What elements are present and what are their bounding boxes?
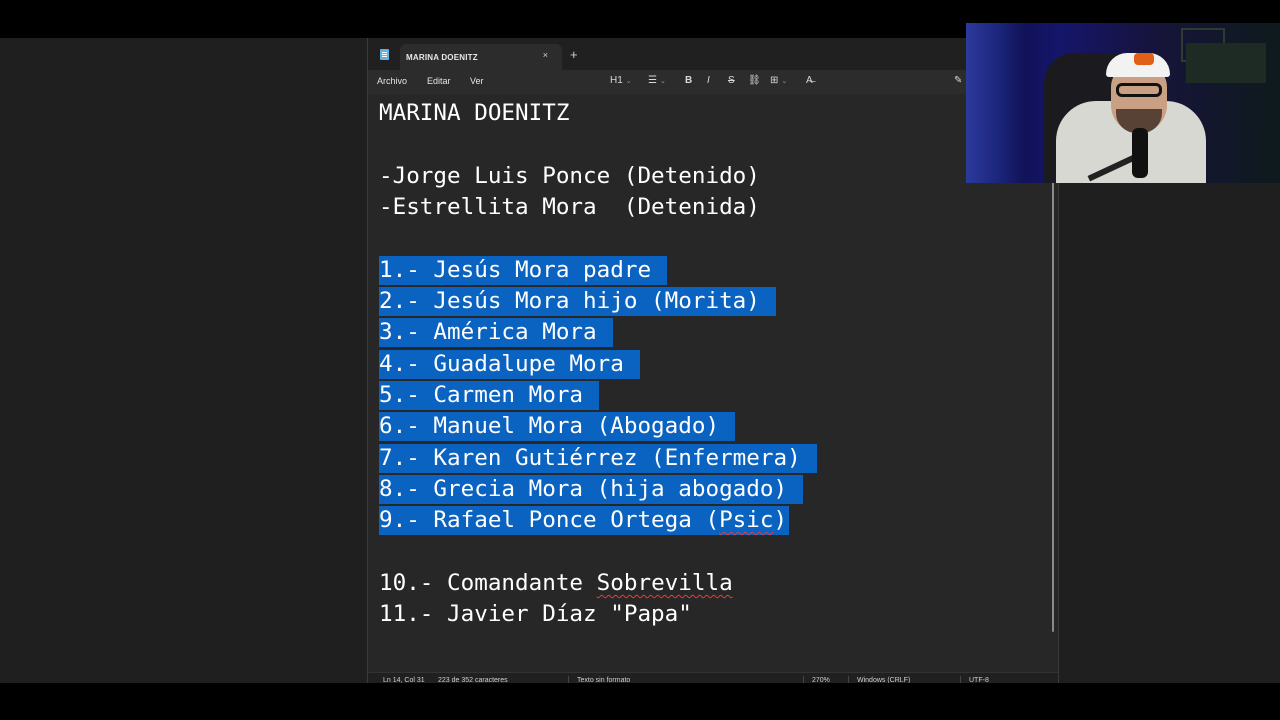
menu-edit[interactable]: Editar [427, 76, 451, 86]
doc-line-selected-last: 9.- Rafael Ponce Ortega (Psic) [379, 506, 790, 535]
webcam-overlay [966, 23, 1280, 183]
notepad-app-icon [380, 49, 389, 60]
heading-label: H1 [610, 75, 623, 86]
link-icon[interactable]: ⛓ [748, 75, 761, 86]
clear-format-icon[interactable]: A̶ [806, 75, 813, 86]
text-editor[interactable]: MARINA DOENITZ -Jorge Luis Ponce (Deteni… [368, 94, 1058, 670]
chevron-down-icon: ⌄ [781, 78, 788, 85]
document-tab[interactable]: MARINA DOENITZ × [400, 44, 562, 70]
heading-dropdown[interactable]: H1 ⌄ [610, 75, 632, 86]
doc-line-selected: 5.- Carmen Mora [379, 381, 600, 410]
table-icon: ⊞ [770, 75, 779, 86]
vertical-scrollbar[interactable] [1052, 182, 1054, 632]
chevron-down-icon: ⌄ [625, 78, 632, 85]
list-dropdown[interactable]: ☰ ⌄ [648, 75, 666, 86]
doc-line-4: -Estrellita Mora (Detenida) [379, 194, 760, 220]
copilot-icon[interactable]: ✎ [954, 75, 962, 86]
italic-button[interactable]: I [707, 75, 710, 86]
table-dropdown[interactable]: ⊞ ⌄ [770, 75, 787, 86]
webcam-blue-light [966, 23, 1026, 183]
letterbox-bottom [0, 683, 1280, 720]
doc-line-3: -Jorge Luis Ponce (Detenido) [379, 163, 760, 189]
doc-line-selected: 7.- Karen Gutiérrez (Enfermera) [379, 444, 817, 473]
webcam-glasses [1116, 83, 1162, 97]
bold-button[interactable]: B [685, 75, 692, 86]
menu-view[interactable]: Ver [470, 76, 484, 86]
strikethrough-button[interactable]: S [728, 75, 735, 86]
close-tab-icon[interactable]: × [543, 50, 548, 60]
webcam-shelf [1186, 43, 1266, 83]
menu-file[interactable]: Archivo [377, 76, 407, 86]
line-text: ) [773, 507, 788, 533]
line-text: 9.- Rafael Ponce Ortega ( [379, 507, 720, 533]
tab-title: MARINA DOENITZ [406, 52, 478, 62]
line-text: 10.- Comandante [379, 570, 597, 596]
doc-line-1: MARINA DOENITZ [379, 100, 570, 126]
doc-line-selected: 8.- Grecia Mora (hija abogado) [379, 475, 804, 504]
webcam-cap-logo [1134, 53, 1154, 65]
doc-line-selected: 1.- Jesús Mora padre [379, 256, 668, 285]
doc-line-17: 11.- Javier Díaz "Papa" [379, 601, 692, 627]
notepad-window: MARINA DOENITZ × + Archivo Editar Ver H1… [367, 38, 1059, 684]
doc-line-selected: 6.- Manuel Mora (Abogado) [379, 412, 736, 441]
title-bar: MARINA DOENITZ × + [368, 38, 1058, 70]
doc-line-selected: 3.- América Mora [379, 318, 613, 347]
list-icon: ☰ [648, 75, 657, 86]
new-tab-icon[interactable]: + [570, 47, 578, 62]
doc-line-16: 10.- Comandante Sobrevilla [379, 569, 733, 598]
menu-bar: Archivo Editar Ver H1 ⌄ ☰ ⌄ B I S ⛓ ⊞ ⌄ A̶ … [368, 70, 1058, 94]
misspelled-word: Sobrevilla [596, 570, 733, 596]
doc-line-selected: 4.- Guadalupe Mora [379, 350, 640, 379]
doc-line-selected: 2.- Jesús Mora hijo (Morita) [379, 287, 776, 316]
chevron-down-icon: ⌄ [659, 78, 666, 85]
misspelled-word: Psic [719, 507, 774, 533]
webcam-microphone [1132, 128, 1148, 178]
